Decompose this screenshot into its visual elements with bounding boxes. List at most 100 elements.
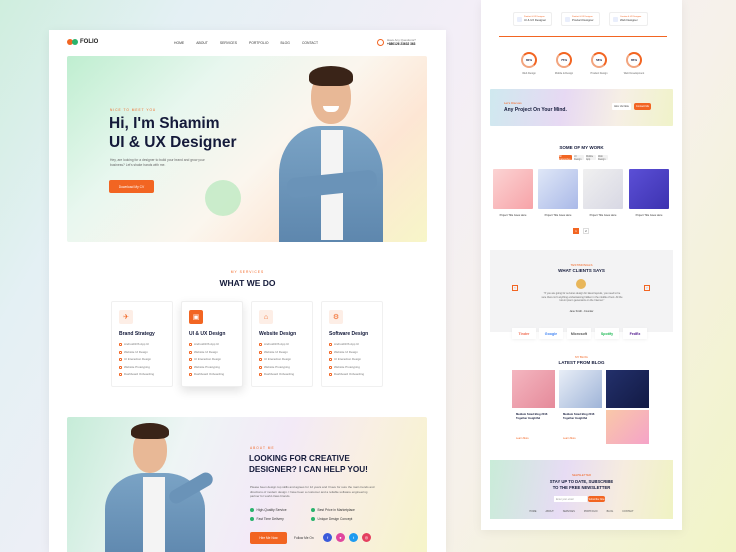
- service-feature-list: Android/iOS App UI Website UI Design UI …: [329, 341, 375, 379]
- skill-icon: [565, 16, 570, 22]
- check-icon: [189, 373, 192, 377]
- feature-item: Best Price in Marketplace: [311, 508, 355, 512]
- footer-nav-item[interactable]: SERVICES: [563, 510, 575, 513]
- footer-nav-item[interactable]: ABOUT: [546, 510, 554, 513]
- nav-blog[interactable]: BLOG: [281, 41, 290, 45]
- hero-kicker: NICE TO MEET YOU: [110, 108, 157, 112]
- service-feature-text: Website UI Design: [264, 349, 288, 354]
- brand-logo: Tinder: [512, 328, 536, 339]
- cta-title: Any Project On Your Mind.: [504, 107, 567, 113]
- hire-us-button[interactable]: Hire Us Now: [612, 103, 631, 110]
- contact-me-button[interactable]: Contact Me: [634, 103, 651, 110]
- skill-label: Web Designer: [620, 18, 638, 22]
- service-feature-list: Android/iOS App UI Website UI Design UI …: [189, 341, 235, 379]
- blog-promo-card[interactable]: [606, 410, 649, 444]
- tab-all[interactable]: All Categories: [559, 155, 572, 161]
- project-thumb[interactable]: [583, 169, 623, 209]
- service-card-brand[interactable]: ✈ Brand Strategy Android/iOS App UI Webs…: [111, 301, 173, 387]
- feature-text: Fast Time Delivery: [256, 517, 284, 521]
- service-feature: Android/iOS App UI: [119, 341, 165, 349]
- service-feature: UI Interaction Design: [329, 356, 375, 364]
- rocket-icon: ✈: [119, 310, 133, 324]
- check-circle-icon: [311, 508, 315, 512]
- project-thumb[interactable]: [493, 169, 533, 209]
- nav-about[interactable]: ABOUT: [196, 41, 208, 45]
- main-nav: HOME ABOUT SERVICES PORTFOLIO BLOG CONTA…: [174, 41, 318, 45]
- nav-services[interactable]: SERVICES: [220, 41, 237, 45]
- subscribe-button[interactable]: Subscribe Now: [588, 496, 605, 502]
- about-portrait: [97, 423, 217, 552]
- service-card-uiux[interactable]: ▣ UI & UX Design Android/iOS App UI Webs…: [181, 301, 243, 387]
- service-card-title: Brand Strategy: [119, 331, 155, 337]
- page-2-button[interactable]: 2: [583, 228, 589, 234]
- check-icon: [189, 365, 192, 369]
- learn-more-link[interactable]: Learn More: [516, 437, 529, 440]
- main-page-mockup: FOLIO HOME ABOUT SERVICES PORTFOLIO BLOG…: [49, 30, 446, 552]
- footer-nav-item[interactable]: CONTACT: [622, 510, 633, 513]
- check-icon: [259, 365, 262, 369]
- twitter-icon[interactable]: t: [349, 533, 358, 542]
- logo-text: FOLIO: [80, 39, 99, 45]
- blog-image[interactable]: [559, 370, 602, 408]
- client-name: Jane Smith - Founder: [569, 310, 594, 313]
- logo-mark-icon-2: [72, 39, 78, 45]
- brand-logo: Spotify: [595, 328, 619, 339]
- service-feature-text: Android/iOS App UI: [194, 342, 220, 346]
- tab-mobile-app[interactable]: Mobile App: [586, 155, 596, 161]
- tab-ui-design[interactable]: UI Design: [574, 155, 584, 161]
- skill-icon: [613, 16, 618, 22]
- service-feature-text: Dashboard Onboarding: [194, 372, 225, 376]
- download-cv-button[interactable]: Download My CV: [109, 180, 154, 193]
- prev-arrow-icon[interactable]: ‹: [512, 285, 518, 291]
- check-icon: [259, 350, 262, 354]
- experience-timeline: [499, 36, 667, 37]
- learn-more-link[interactable]: Learn More: [563, 437, 576, 440]
- next-arrow-icon[interactable]: ›: [644, 285, 650, 291]
- blog-image[interactable]: [606, 370, 649, 408]
- feature-text: Best Price in Marketplace: [317, 508, 355, 512]
- nav-portfolio[interactable]: PORTFOLIO: [249, 41, 269, 45]
- project-thumb[interactable]: [629, 169, 669, 209]
- check-circle-icon: [250, 508, 254, 512]
- service-feature: Website Prototyping: [119, 364, 165, 372]
- service-card-website[interactable]: ⌂ Website Design Android/iOS App UI Webs…: [251, 301, 313, 387]
- dribbble-icon[interactable]: ●: [336, 533, 345, 542]
- skill-label: UI & UX Designer: [524, 18, 547, 22]
- work-title: SOME OF MY WORK: [559, 145, 604, 150]
- call-box[interactable]: Have Any Questions? +880126 23632 363: [377, 38, 416, 46]
- logo[interactable]: FOLIO: [67, 39, 98, 45]
- check-icon: [329, 373, 332, 377]
- footer-nav-item[interactable]: PORTFOLIO: [584, 510, 598, 513]
- page-1-button[interactable]: 1: [573, 228, 579, 234]
- hero-title: Hi, I'm Shamim UI & UX Designer: [109, 115, 259, 152]
- blog-post-title[interactable]: Medium Sized Blog 2016 Together Insightf…: [563, 413, 606, 421]
- check-icon: [119, 343, 122, 347]
- brand-logo: Microsoft: [567, 328, 591, 339]
- newsletter-kicker: NEWSLETTER: [571, 473, 592, 477]
- tab-web-design[interactable]: Web Design: [598, 155, 608, 161]
- project-title: Project Title Goes Here: [544, 214, 572, 217]
- service-feature-text: Dashboard Onboarding: [124, 372, 155, 376]
- footer-nav-item[interactable]: BLOG: [607, 510, 614, 513]
- service-feature-text: Website UI Design: [334, 349, 358, 354]
- blog-post-title[interactable]: Medium Sized Blog 2016 Together Insightf…: [516, 413, 559, 421]
- instagram-icon[interactable]: ◎: [362, 533, 371, 542]
- footer-nav-item[interactable]: HOME: [529, 510, 536, 513]
- service-card-software[interactable]: ⚙ Software Design Android/iOS App UI Web…: [321, 301, 383, 387]
- web-design-icon: ⌂: [259, 310, 273, 324]
- service-feature-text: Android/iOS App UI: [264, 342, 290, 346]
- nav-home[interactable]: HOME: [174, 41, 184, 45]
- nav-contact[interactable]: CONTACT: [302, 41, 318, 45]
- newsletter-email-input[interactable]: Enter your email: [554, 496, 587, 502]
- skill-label: Product Designer: [572, 18, 594, 22]
- facebook-icon[interactable]: f: [323, 533, 332, 542]
- project-thumb[interactable]: [538, 169, 578, 209]
- service-feature: Dashboard Onboarding: [119, 371, 165, 379]
- blog-image[interactable]: [512, 370, 555, 408]
- hire-me-button[interactable]: Hire Me Now: [250, 532, 287, 544]
- check-icon: [329, 358, 332, 362]
- check-icon: [119, 373, 122, 377]
- brand-logo: FedEx: [623, 328, 647, 339]
- service-feature-text: Dashboard Onboarding: [264, 372, 295, 376]
- skill-card: Product & UX Designer UI & UX Designer: [513, 12, 552, 26]
